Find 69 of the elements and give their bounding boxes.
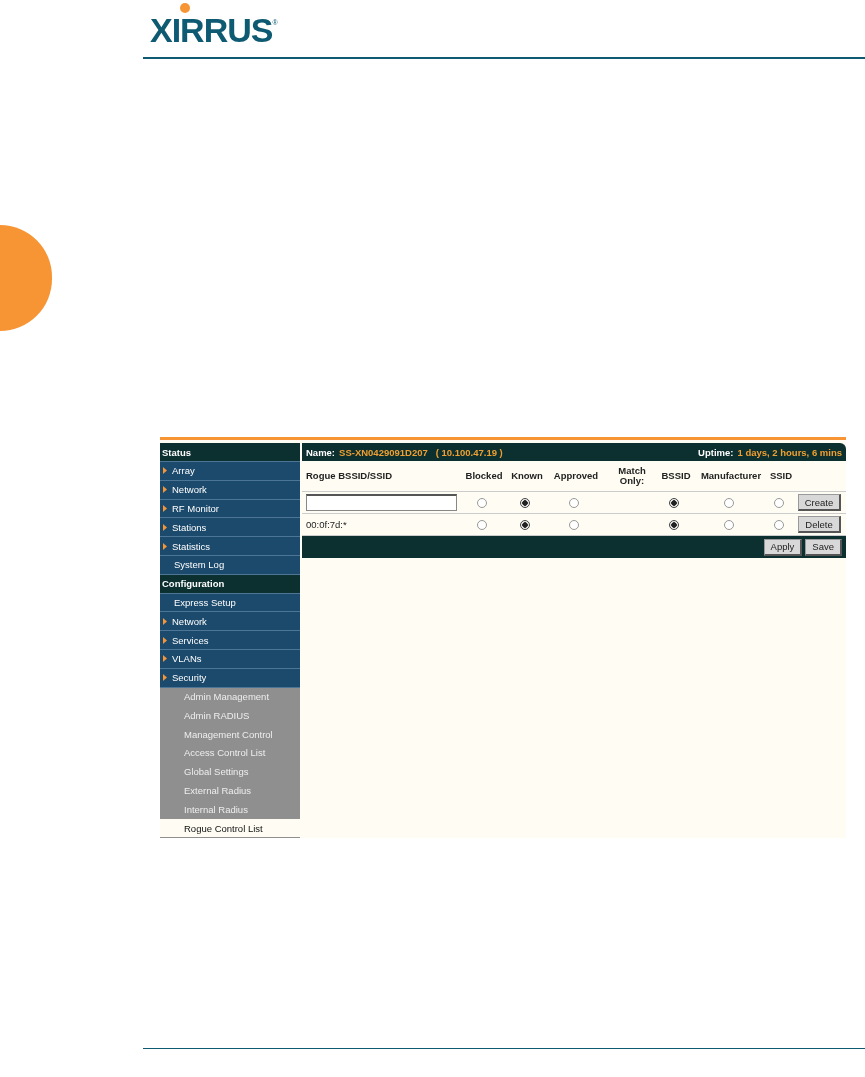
sidebar-item[interactable]: System Log xyxy=(160,556,300,575)
radio-button[interactable] xyxy=(569,497,579,508)
name-label: Name: xyxy=(306,446,336,458)
caret-icon xyxy=(163,636,167,644)
create-button[interactable]: Create xyxy=(797,494,842,512)
logo-dot-icon xyxy=(180,3,190,13)
caret-icon xyxy=(163,467,167,475)
apply-button[interactable]: Apply xyxy=(763,538,803,556)
radio-button[interactable] xyxy=(724,497,734,508)
caret-icon xyxy=(163,617,167,625)
column-header: Blocked xyxy=(465,471,503,482)
sidebar-item[interactable]: Network xyxy=(160,612,300,632)
sidebar-label: Management Control xyxy=(184,728,273,740)
radio-button[interactable] xyxy=(520,519,530,530)
sidebar-label: Global Settings xyxy=(184,766,249,778)
device-name: SS-XN0429091D207 ( 10.100.47.19 ) xyxy=(339,446,503,458)
caret-icon xyxy=(163,674,167,682)
sidebar-item[interactable]: VLANs xyxy=(160,650,300,669)
sidebar-label: Network xyxy=(172,615,207,627)
column-header: Manufacturer xyxy=(700,471,762,482)
radio-button[interactable] xyxy=(569,519,579,530)
sidebar-label: Status xyxy=(162,446,192,458)
radio-button[interactable] xyxy=(477,497,487,508)
sidebar-item[interactable]: Services xyxy=(160,631,300,651)
bssid-text: 00:0f:7d:* xyxy=(306,519,347,531)
column-header: Known xyxy=(511,471,543,482)
sidebar-label: Security xyxy=(172,672,207,684)
caret-icon xyxy=(163,523,167,531)
sidebar-label: Statistics xyxy=(172,540,210,552)
sidebar-label: VLANs xyxy=(172,653,202,665)
sidebar-label: System Log xyxy=(174,559,225,571)
sidebar-label: Rogue Control List xyxy=(184,822,263,834)
sidebar-label: Network xyxy=(172,484,207,496)
radio-button[interactable] xyxy=(520,497,530,508)
sidebar-label: Services xyxy=(172,634,209,646)
column-header: BSSID xyxy=(661,471,691,482)
logo-text: XIRRUS xyxy=(150,15,273,45)
sidebar-label: Internal Radius xyxy=(184,803,248,815)
sidebar-item[interactable]: Statistics xyxy=(160,537,300,557)
sidebar-label: Admin RADIUS xyxy=(184,709,250,721)
radio-button[interactable] xyxy=(774,497,784,508)
sidebar-label: Configuration xyxy=(162,578,225,590)
sidebar-label: External Radius xyxy=(184,785,252,796)
sidebar-item[interactable]: Stations xyxy=(160,518,300,538)
radio-button[interactable] xyxy=(774,519,784,530)
caret-icon xyxy=(163,655,167,663)
sidebar-label: Express Setup xyxy=(174,597,236,609)
column-header: Rogue BSSID/SSID xyxy=(306,471,393,482)
sidebar-label: Array xyxy=(172,465,195,477)
column-header: Match Only: xyxy=(617,466,647,487)
radio-button[interactable] xyxy=(477,519,487,530)
column-header: Approved xyxy=(553,471,599,482)
caret-icon xyxy=(163,542,167,550)
sidebar-label: Stations xyxy=(172,521,207,533)
sidebar-label: Access Control List xyxy=(184,747,266,759)
sidebar-item[interactable]: Array xyxy=(160,462,300,481)
column-header: SSID xyxy=(769,471,793,482)
sidebar-label: Admin Management xyxy=(184,691,270,702)
uptime-label: Uptime: xyxy=(698,446,734,458)
radio-button[interactable] xyxy=(669,519,679,530)
bssid-input[interactable] xyxy=(306,494,457,512)
radio-button[interactable] xyxy=(724,519,734,530)
caret-icon xyxy=(163,505,167,513)
sidebar-label: RF Monitor xyxy=(172,503,219,515)
caret-icon xyxy=(163,486,167,494)
uptime-value: 1 days, 2 hours, 6 mins xyxy=(737,446,842,458)
delete-button[interactable]: Delete xyxy=(798,516,841,534)
save-button[interactable]: Save xyxy=(805,538,842,556)
radio-button[interactable] xyxy=(669,497,679,508)
